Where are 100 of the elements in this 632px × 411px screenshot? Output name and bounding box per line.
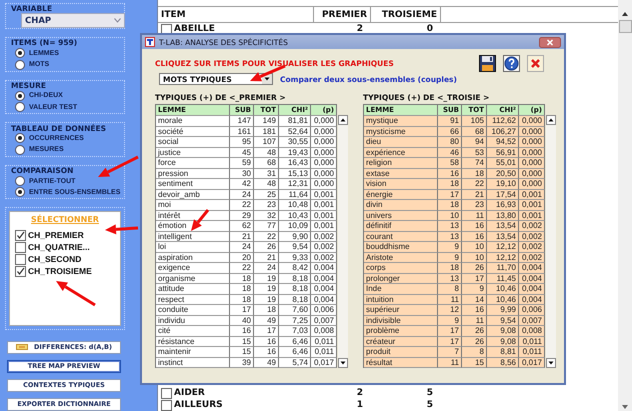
table-cell[interactable]: devoir_amb bbox=[156, 190, 230, 200]
table-cell[interactable]: individu bbox=[156, 316, 230, 326]
table-cell[interactable]: conduite bbox=[156, 305, 230, 316]
table-cell: 8 bbox=[462, 347, 487, 358]
table-cell: 9,99 bbox=[487, 305, 519, 316]
table-cell[interactable]: respect bbox=[156, 294, 230, 305]
table-cell[interactable]: intérêt bbox=[156, 210, 230, 221]
table-cell[interactable]: univers bbox=[364, 210, 438, 221]
checkbox-label[interactable]: CH_SECOND bbox=[28, 254, 82, 264]
table-cell[interactable]: morale bbox=[156, 116, 230, 126]
table-cell[interactable]: instinct bbox=[156, 358, 230, 368]
table-cell[interactable]: Aristote bbox=[364, 252, 438, 263]
table-cell[interactable]: mystique bbox=[364, 116, 438, 126]
table-cell[interactable]: supérieur bbox=[364, 305, 438, 316]
table-cell[interactable]: divin bbox=[364, 200, 438, 210]
table-cell: 7 bbox=[438, 347, 462, 358]
table-cell: 0,001 bbox=[519, 200, 545, 210]
table-cell[interactable]: dieu bbox=[364, 137, 438, 148]
table-cell: 24 bbox=[254, 263, 279, 274]
table-cell: 107 bbox=[254, 137, 279, 148]
table-cell[interactable]: attitude bbox=[156, 284, 230, 294]
table-cell: ABEILLE bbox=[174, 24, 215, 34]
table-cell: 26 bbox=[254, 242, 279, 252]
checkbox-label[interactable]: CH_PREMIER bbox=[28, 230, 84, 240]
table-cell: 0,001 bbox=[311, 210, 337, 221]
table-cell[interactable]: maintenir bbox=[156, 347, 230, 358]
table-cell[interactable]: justice bbox=[156, 148, 230, 158]
table-cell: 0,004 bbox=[519, 263, 545, 274]
checkbox-label[interactable]: CH_TROISIEME bbox=[28, 266, 92, 276]
table-cell[interactable]: corps bbox=[364, 263, 438, 274]
table-cell: 12,12 bbox=[487, 252, 519, 263]
table-cell: 0,002 bbox=[311, 232, 337, 242]
table-cell[interactable]: résistance bbox=[156, 336, 230, 347]
table-cell: 147 bbox=[230, 116, 254, 126]
table-cell: 22 bbox=[230, 263, 254, 274]
table-cell[interactable]: intuition bbox=[364, 294, 438, 305]
table-cell: 0,002 bbox=[519, 232, 545, 242]
table-cell[interactable]: résultat bbox=[364, 358, 438, 368]
table-cell: 0,006 bbox=[519, 305, 545, 316]
table-cell[interactable]: bouddhisme bbox=[364, 242, 438, 252]
table-cell[interactable]: énergie bbox=[364, 190, 438, 200]
checkbox-label[interactable]: CH_QUATRIE... bbox=[28, 242, 90, 252]
table-cell[interactable]: social bbox=[156, 137, 230, 148]
table-cell: 7,03 bbox=[279, 326, 311, 336]
table-cell: 0,000 bbox=[519, 116, 545, 126]
table-cell: 14 bbox=[462, 294, 487, 305]
table-cell[interactable]: intelligent bbox=[156, 232, 230, 242]
table-cell: 95 bbox=[230, 137, 254, 148]
table-cell: 0,002 bbox=[311, 252, 337, 263]
table-cell[interactable]: expérience bbox=[364, 148, 438, 158]
table-cell: 10,46 bbox=[487, 294, 519, 305]
table-cell[interactable]: extase bbox=[364, 168, 438, 179]
table-cell[interactable]: Inde bbox=[364, 284, 438, 294]
table-cell: 68 bbox=[462, 126, 487, 137]
table-cell[interactable]: vision bbox=[364, 179, 438, 190]
table-cell: 0,000 bbox=[311, 116, 337, 126]
table-cell: 13 bbox=[438, 221, 462, 232]
table-cell[interactable]: aspiration bbox=[156, 252, 230, 263]
table-cell: 13,80 bbox=[487, 210, 519, 221]
table-cell: 0,000 bbox=[519, 168, 545, 179]
table-cell[interactable]: organisme bbox=[156, 274, 230, 284]
table-cell: 12 bbox=[438, 305, 462, 316]
column-header[interactable]: TROISIEME bbox=[371, 7, 441, 22]
table-cell: 13,54 bbox=[487, 221, 519, 232]
table-cell: 49 bbox=[254, 316, 279, 326]
table-cell[interactable]: exigence bbox=[156, 263, 230, 274]
table-cell[interactable]: prolonger bbox=[364, 274, 438, 284]
table-cell: 106,27 bbox=[487, 126, 519, 137]
table-cell[interactable]: problème bbox=[364, 326, 438, 336]
table-cell: 11,45 bbox=[487, 274, 519, 284]
table-cell: 19 bbox=[254, 294, 279, 305]
table-cell: 22 bbox=[462, 179, 487, 190]
variable-dropdown[interactable]: CHAP bbox=[21, 13, 125, 28]
table-cell[interactable]: société bbox=[156, 126, 230, 137]
table-cell: 7,25 bbox=[279, 316, 311, 326]
table-cell[interactable]: définitif bbox=[364, 221, 438, 232]
table-cell[interactable]: produit bbox=[364, 347, 438, 358]
table-cell: 11 bbox=[438, 294, 462, 305]
table-cell[interactable]: créateur bbox=[364, 336, 438, 347]
table-cell[interactable]: cité bbox=[156, 326, 230, 336]
table-cell: 8,18 bbox=[279, 274, 311, 284]
table-cell[interactable]: moi bbox=[156, 200, 230, 210]
table-cell: 18 bbox=[230, 274, 254, 284]
table-cell[interactable]: force bbox=[156, 158, 230, 168]
table-cell[interactable]: pression bbox=[156, 168, 230, 179]
table-cell[interactable]: mysticisme bbox=[364, 126, 438, 137]
table-cell[interactable]: indivisible bbox=[364, 316, 438, 326]
table-cell: 19,10 bbox=[487, 179, 519, 190]
column-header[interactable]: ITEM bbox=[158, 7, 314, 22]
table-cell[interactable]: sentiment bbox=[156, 179, 230, 190]
table-cell: 20 bbox=[230, 252, 254, 263]
table-cell: 0,000 bbox=[519, 179, 545, 190]
table-cell[interactable]: loi bbox=[156, 242, 230, 252]
table-cell: 9,90 bbox=[279, 232, 311, 242]
table-cell: 55,01 bbox=[487, 158, 519, 168]
table-cell: 6,46 bbox=[279, 347, 311, 358]
table-cell[interactable]: courant bbox=[364, 232, 438, 242]
table-cell[interactable]: religion bbox=[364, 158, 438, 168]
column-header[interactable]: PREMIER bbox=[314, 7, 371, 22]
table-cell: 0,000 bbox=[519, 148, 545, 158]
